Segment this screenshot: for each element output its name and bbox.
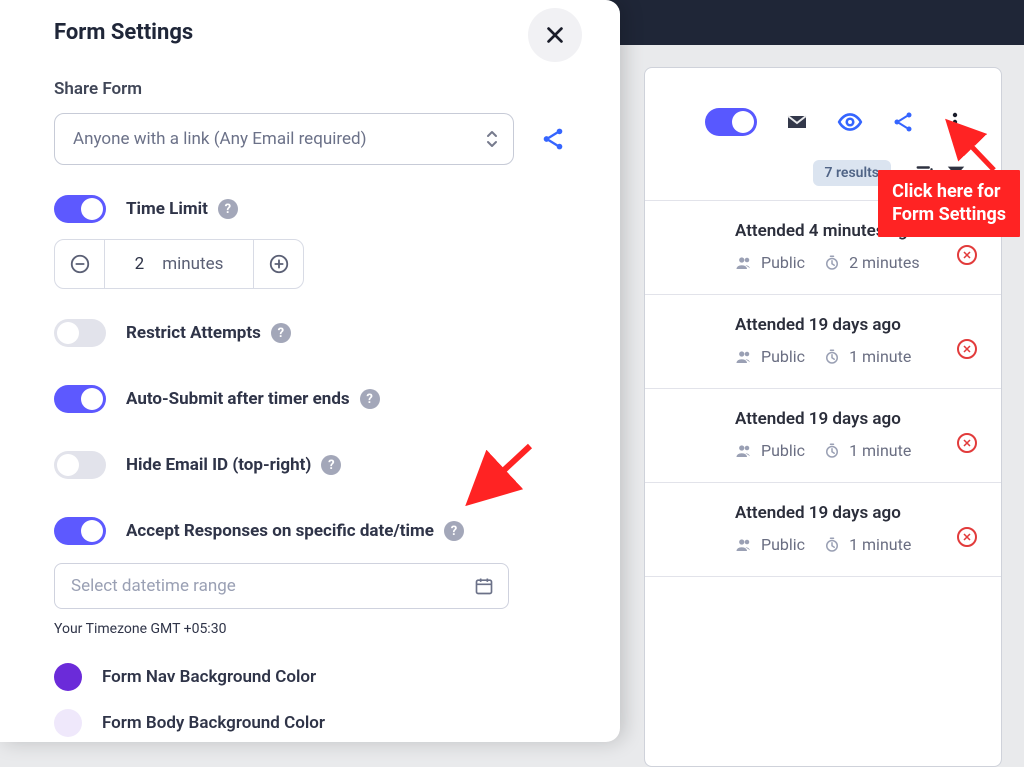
duration-meta: 1 minute — [823, 535, 911, 554]
response-attended: Attended 19 days ago — [735, 409, 973, 429]
datetime-range-input[interactable]: Select datetime range — [54, 563, 509, 609]
increment-button[interactable] — [253, 240, 303, 288]
body-color-swatch[interactable] — [54, 709, 82, 737]
response-attended: Attended 19 days ago — [735, 503, 973, 523]
help-icon[interactable]: ? — [360, 389, 380, 409]
nav-color-label: Form Nav Background Color — [102, 667, 316, 687]
hide-email-label: Hide Email ID (top-right) — [126, 455, 311, 475]
timezone-label: Your Timezone GMT +05:30 — [54, 621, 566, 637]
delete-response-button[interactable]: ✕ — [957, 245, 977, 265]
help-icon[interactable]: ? — [321, 455, 341, 475]
help-icon[interactable]: ? — [218, 199, 238, 219]
form-active-toggle[interactable] — [705, 108, 757, 136]
hide-email-toggle[interactable] — [54, 451, 106, 479]
share-select[interactable]: Anyone with a link (Any Email required) — [54, 113, 514, 165]
restrict-attempts-label: Restrict Attempts — [126, 323, 261, 343]
body-color-label: Form Body Background Color — [102, 713, 325, 733]
share-form-label: Share Form — [54, 79, 566, 99]
time-value[interactable]: 2 — [135, 254, 145, 274]
restrict-attempts-toggle[interactable] — [54, 319, 106, 347]
modal-title: Form Settings — [54, 20, 566, 45]
duration-meta: 1 minute — [823, 441, 911, 460]
datetime-placeholder: Select datetime range — [71, 576, 236, 596]
visibility-meta: Public — [735, 535, 805, 554]
calendar-icon — [474, 576, 494, 596]
visibility-meta: Public — [735, 253, 805, 272]
response-row[interactable]: Attended 19 days ago Public 1 minute ✕ — [645, 295, 1001, 389]
delete-response-button[interactable]: ✕ — [957, 339, 977, 359]
annotation-hint: Click here for Form Settings — [878, 170, 1020, 237]
auto-submit-label: Auto-Submit after timer ends — [126, 389, 350, 409]
nav-color-swatch[interactable] — [54, 663, 82, 691]
visibility-meta: Public — [735, 347, 805, 366]
time-limit-label: Time Limit — [126, 199, 208, 219]
response-row[interactable]: Attended 19 days ago Public 1 minute ✕ — [645, 483, 1001, 577]
help-icon[interactable]: ? — [271, 323, 291, 343]
time-limit-toggle[interactable] — [54, 195, 106, 223]
share-select-value: Anyone with a link (Any Email required) — [73, 129, 366, 149]
duration-meta: 1 minute — [823, 347, 911, 366]
form-settings-modal: Form Settings Share Form Anyone with a l… — [0, 0, 620, 742]
delete-response-button[interactable]: ✕ — [957, 433, 977, 453]
delete-response-button[interactable]: ✕ — [957, 527, 977, 547]
help-icon[interactable]: ? — [444, 521, 464, 541]
email-icon[interactable] — [785, 110, 809, 134]
response-attended: Attended 19 days ago — [735, 315, 973, 335]
response-row[interactable]: Attended 19 days ago Public 1 minute ✕ — [645, 389, 1001, 483]
decrement-button[interactable] — [55, 240, 105, 288]
time-unit: minutes — [162, 254, 223, 274]
share-link-icon[interactable] — [540, 126, 566, 152]
accept-responses-label: Accept Responses on specific date/time — [126, 521, 434, 541]
preview-icon[interactable] — [837, 109, 863, 135]
time-limit-editor: 2 minutes — [54, 239, 304, 289]
chevrons-icon — [485, 129, 499, 149]
accept-responses-toggle[interactable] — [54, 517, 106, 545]
close-modal-button[interactable] — [528, 8, 582, 62]
duration-meta: 2 minutes — [823, 253, 920, 272]
auto-submit-toggle[interactable] — [54, 385, 106, 413]
share-icon[interactable] — [891, 110, 915, 134]
visibility-meta: Public — [735, 441, 805, 460]
